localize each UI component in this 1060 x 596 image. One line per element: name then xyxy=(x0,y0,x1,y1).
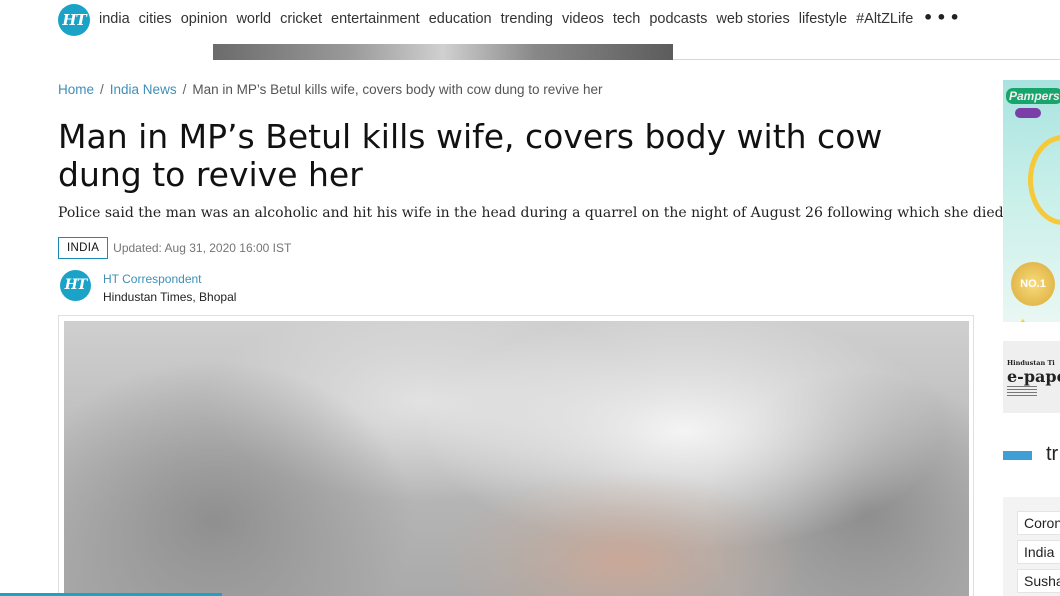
hero-image xyxy=(64,321,969,596)
star-icon: ✦ xyxy=(1017,316,1029,322)
nav-link-cricket[interactable]: cricket xyxy=(280,11,322,27)
article-summary: Police said the man was an alcoholic and… xyxy=(58,205,1009,221)
article-headline: Man in MP’s Betul kills wife, covers bod… xyxy=(58,117,883,194)
ht-logo[interactable]: HT xyxy=(58,4,90,36)
nav-link-podcasts[interactable]: podcasts xyxy=(649,11,707,27)
rail-section-heading: tr xyxy=(1046,443,1059,465)
nav-divider xyxy=(673,59,1060,60)
trending-chip[interactable]: India xyxy=(1017,540,1060,564)
breadcrumb-separator: / xyxy=(182,82,187,97)
ad-decoration xyxy=(1015,108,1041,118)
nav-link-web-stories[interactable]: web stories xyxy=(716,11,789,27)
pampers-logo: Pampers xyxy=(1006,88,1060,104)
nav-links: india cities opinion world cricket enter… xyxy=(99,11,922,27)
banner-ad-strip[interactable] xyxy=(213,44,673,60)
nav-link-world[interactable]: world xyxy=(236,11,271,27)
nav-link-education[interactable]: education xyxy=(429,11,492,27)
trending-chip[interactable]: Coron xyxy=(1017,511,1060,535)
epaper-label: e-pape xyxy=(1007,367,1060,386)
section-marker xyxy=(1003,451,1032,460)
breadcrumb-separator: / xyxy=(100,82,104,97)
pampers-ad[interactable]: Pampers NO.1 ✦ xyxy=(1003,80,1060,322)
nav-link-lifestyle[interactable]: lifestyle xyxy=(799,11,847,27)
more-menu-icon[interactable]: ••• xyxy=(923,8,963,27)
author-avatar: HT xyxy=(60,270,91,301)
nav-link-cities[interactable]: cities xyxy=(139,11,172,27)
updated-timestamp: Updated: Aug 31, 2020 16:00 IST xyxy=(113,241,292,255)
nav-link-entertainment[interactable]: entertainment xyxy=(331,11,420,27)
nav-link-altzlife[interactable]: #AltZLife xyxy=(856,11,913,27)
nav-link-trending[interactable]: trending xyxy=(501,11,553,27)
author-organization: Hindustan Times, Bhopal xyxy=(103,290,237,304)
breadcrumb-current: Man in MP’s Betul kills wife, covers bod… xyxy=(192,82,603,97)
trending-chip[interactable]: Susha xyxy=(1017,569,1060,593)
top-nav: HT india cities opinion world cricket en… xyxy=(0,0,1060,40)
section-tag[interactable]: INDIA xyxy=(58,237,109,259)
epaper-brand: Hindustan Ti xyxy=(1007,359,1055,367)
ad-badge: NO.1 xyxy=(1011,262,1055,306)
author-link[interactable]: HT Correspondent xyxy=(103,272,202,286)
newspaper-lines-icon xyxy=(1007,386,1037,398)
nav-link-india[interactable]: india xyxy=(99,11,130,27)
nav-link-videos[interactable]: videos xyxy=(562,11,604,27)
nav-link-opinion[interactable]: opinion xyxy=(181,11,228,27)
article-meta-row: INDIA Updated: Aug 31, 2020 16:00 IST xyxy=(58,237,291,259)
nav-link-tech[interactable]: tech xyxy=(613,11,640,27)
breadcrumb: Home / India News / Man in MP’s Betul kills … xyxy=(58,82,603,97)
epaper-promo[interactable]: Hindustan Ti e-pape xyxy=(1003,341,1060,413)
hero-image-frame xyxy=(58,315,974,596)
breadcrumb-home[interactable]: Home xyxy=(58,82,94,97)
breadcrumb-india-news[interactable]: India News xyxy=(110,82,177,97)
ad-decoration xyxy=(1028,135,1060,225)
